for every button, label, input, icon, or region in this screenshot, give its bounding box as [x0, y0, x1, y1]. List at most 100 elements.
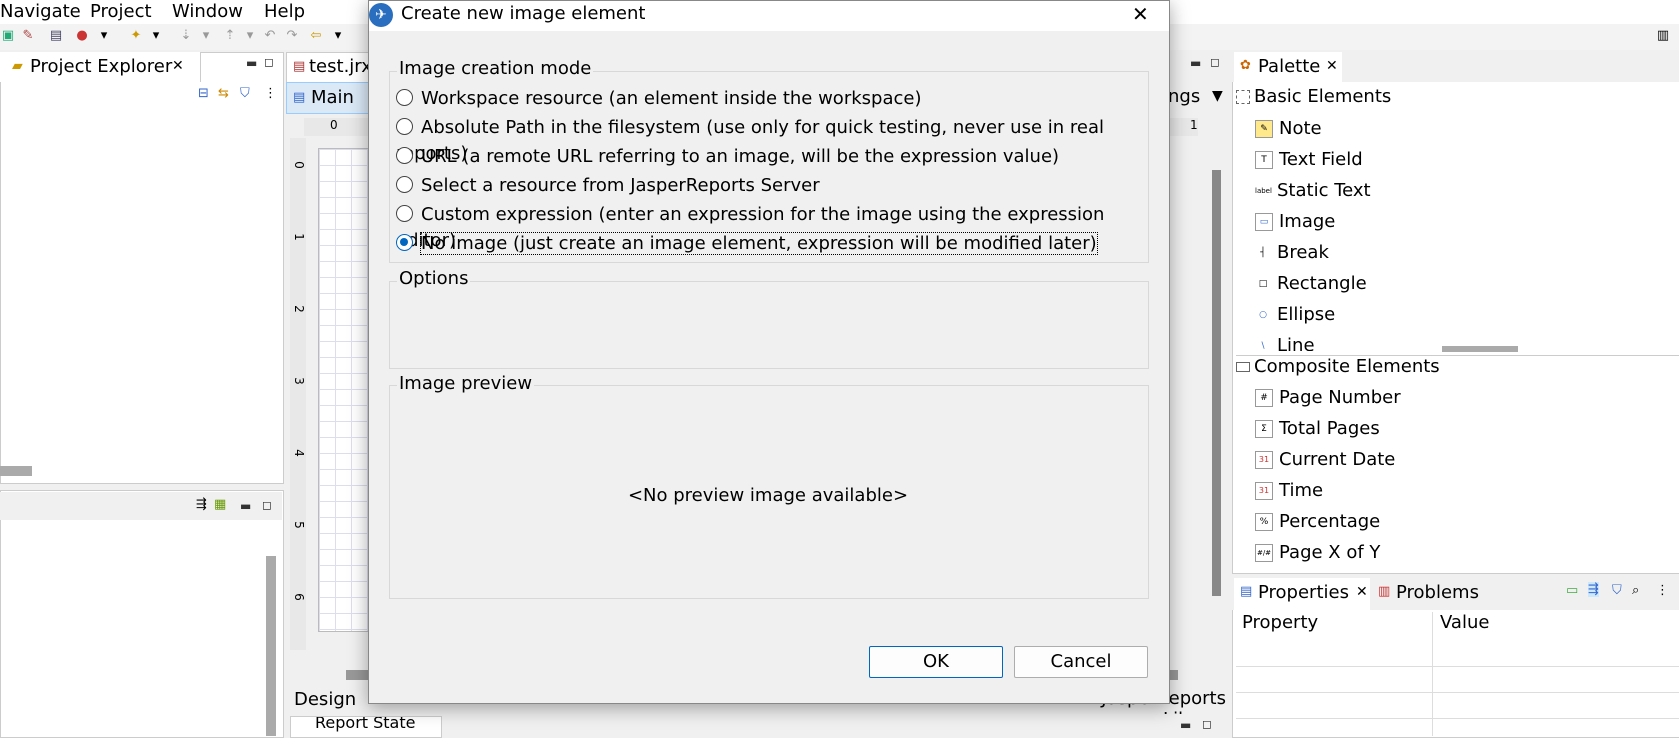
- palette-item-current-date[interactable]: 31 Current Date: [1255, 447, 1395, 473]
- outline-minimize-icon[interactable]: ▬: [240, 499, 251, 513]
- outline-tree-icon[interactable]: ⇶: [196, 497, 207, 512]
- tab-design[interactable]: Design: [294, 689, 356, 710]
- properties-tab[interactable]: ▤ Properties ✕: [1234, 578, 1370, 610]
- dialog-close-icon[interactable]: ✕: [1132, 2, 1149, 26]
- state-minimize-icon[interactable]: ▬: [1180, 718, 1191, 732]
- properties-menu-icon[interactable]: ⋮: [1656, 583, 1669, 598]
- mode-custom-expression-radio[interactable]: Custom expression (enter an expression f…: [396, 202, 1169, 251]
- settings-dropdown[interactable]: ngs ▼: [1168, 86, 1228, 112]
- outline-layout-icon[interactable]: ▦: [214, 497, 226, 512]
- palette-tab[interactable]: ✿ Palette ✕: [1234, 52, 1342, 82]
- menu-navigate[interactable]: Navigate: [0, 1, 81, 22]
- radio-button[interactable]: [396, 204, 413, 222]
- palette-item-time[interactable]: 31 Time: [1255, 478, 1323, 504]
- palette-item-image[interactable]: ▭ Image: [1255, 209, 1335, 235]
- prev-annotation-icon[interactable]: ⇡: [222, 28, 238, 44]
- perspective-icon[interactable]: ▥: [1655, 28, 1671, 44]
- vertical-scrollbar[interactable]: [266, 556, 276, 736]
- new-icon[interactable]: ▭: [1566, 583, 1578, 598]
- mode-jasperserver-radio[interactable]: Select a resource from JasperReports Ser…: [396, 173, 820, 199]
- mode-absolute-path-radio[interactable]: Absolute Path in the filesystem (use onl…: [396, 115, 1169, 164]
- grid-line: [1236, 718, 1679, 719]
- collapse-all-icon[interactable]: ⊟: [198, 86, 209, 101]
- palette-item-line[interactable]: \ Line: [1255, 333, 1315, 351]
- properties-filter-icon[interactable]: ⛉: [1612, 583, 1622, 598]
- ruler-left-2: 2: [291, 305, 306, 313]
- back-history-icon[interactable]: ↶: [262, 28, 278, 44]
- menu-project[interactable]: Project: [90, 1, 152, 22]
- palette-item-label: Static Text: [1277, 180, 1371, 201]
- back-dropdown-icon[interactable]: ▾: [330, 28, 346, 44]
- filter-icon[interactable]: ⛉: [240, 86, 250, 101]
- palette-item-page-x-of-y[interactable]: #/# Page X of Y: [1255, 540, 1380, 566]
- radio-label: No image (just create an image element, …: [420, 232, 1098, 255]
- print-icon[interactable]: ▤: [48, 28, 64, 44]
- palette-item-text-field[interactable]: T Text Field: [1255, 147, 1363, 173]
- composite-elements-drawer[interactable]: Composite Elements: [1236, 355, 1679, 382]
- ruler-left-5: 5: [291, 521, 306, 529]
- editor-hscroll-left[interactable]: [346, 670, 368, 680]
- project-explorer-tab[interactable]: ▰ Project Explorer ✕: [0, 52, 201, 82]
- run-dropdown-icon[interactable]: ▾: [96, 28, 112, 44]
- radio-button[interactable]: [396, 117, 413, 135]
- back-icon[interactable]: ⇦: [308, 28, 324, 44]
- radio-button-selected[interactable]: [396, 233, 413, 251]
- palette-item-break[interactable]: ┤ Break: [1255, 240, 1329, 266]
- menu-help[interactable]: Help: [264, 1, 305, 22]
- palette-item-static-text[interactable]: label Static Text: [1255, 178, 1371, 204]
- editor-minimize-icon[interactable]: ▬: [1190, 56, 1201, 70]
- run-icon[interactable]: ●: [74, 28, 90, 44]
- mode-workspace-radio[interactable]: Workspace resource (an element inside th…: [396, 86, 921, 112]
- editor-subtab-main[interactable]: ▤ Main: [286, 82, 370, 114]
- report-state-tab[interactable]: Report State: [290, 716, 442, 738]
- editor-maximize-icon[interactable]: ◻: [1210, 55, 1220, 69]
- view-menu-icon[interactable]: ⋮: [264, 86, 277, 101]
- next-annotation-icon[interactable]: ⇣: [178, 28, 194, 44]
- minimize-icon[interactable]: ▬: [246, 56, 257, 70]
- forward-history-icon[interactable]: ↷: [284, 28, 300, 44]
- radio-button[interactable]: [396, 175, 413, 193]
- report-canvas[interactable]: [318, 148, 370, 632]
- state-maximize-icon[interactable]: ◻: [1202, 717, 1212, 731]
- radio-button[interactable]: [396, 146, 413, 164]
- ruler-left-6: 6: [291, 593, 306, 601]
- composite-icon: [1236, 362, 1250, 372]
- next-dropdown-icon[interactable]: ▾: [198, 28, 214, 44]
- horizontal-scrollbar[interactable]: [0, 466, 32, 476]
- ruler-left-3: 3: [291, 377, 306, 385]
- editor-tab[interactable]: ▤ test.jrx: [286, 52, 372, 83]
- mode-url-radio[interactable]: URL (a remote URL referring to an image,…: [396, 144, 1059, 170]
- palette-item-ellipse[interactable]: ○ Ellipse: [1255, 302, 1335, 328]
- tool-dropdown-icon[interactable]: ▾: [148, 28, 164, 44]
- palette-item-page-number[interactable]: # Page Number: [1255, 385, 1401, 411]
- palette-item-rectangle[interactable]: □ Rectangle: [1255, 271, 1367, 297]
- problems-tab[interactable]: ▥ Problems: [1374, 578, 1500, 610]
- palette-drawer-splitter[interactable]: [1442, 346, 1518, 352]
- palette-item-note[interactable]: ✎ Note: [1255, 116, 1322, 142]
- maximize-icon[interactable]: ◻: [264, 55, 274, 69]
- palette-item-percentage[interactable]: % Percentage: [1255, 509, 1380, 535]
- cancel-button[interactable]: Cancel: [1014, 646, 1148, 678]
- link-editor-icon[interactable]: ⇆: [218, 86, 229, 101]
- mode-no-image-radio[interactable]: No image (just create an image element, …: [396, 231, 1098, 257]
- outline-maximize-icon[interactable]: ◻: [262, 498, 272, 512]
- close-icon[interactable]: ✕: [172, 58, 184, 74]
- save-icon[interactable]: ▣: [0, 28, 16, 44]
- tree-icon[interactable]: ⇶: [1588, 582, 1599, 597]
- radio-button[interactable]: [396, 88, 413, 106]
- editor-vertical-scrollbar[interactable]: [1212, 170, 1221, 596]
- chevron-down-icon: ▼: [1212, 88, 1223, 104]
- basic-elements-drawer[interactable]: Basic Elements: [1236, 86, 1679, 112]
- palette-close-icon[interactable]: ✕: [1326, 58, 1338, 74]
- menu-window[interactable]: Window: [172, 1, 243, 22]
- properties-find-icon[interactable]: ⌕: [1632, 583, 1639, 598]
- palette-item-label: Note: [1279, 118, 1322, 139]
- tool-icon[interactable]: ✦: [128, 28, 144, 44]
- ok-button[interactable]: OK: [869, 646, 1003, 678]
- edit-icon[interactable]: ✎: [20, 28, 36, 44]
- properties-close-icon[interactable]: ✕: [1356, 584, 1368, 600]
- dialog-title-bar: ✈ Create new image element ✕: [369, 1, 1169, 31]
- prev-dropdown-icon[interactable]: ▾: [242, 28, 258, 44]
- subtab-main-label: Main: [311, 87, 354, 108]
- palette-item-total-pages[interactable]: Σ Total Pages: [1255, 416, 1380, 442]
